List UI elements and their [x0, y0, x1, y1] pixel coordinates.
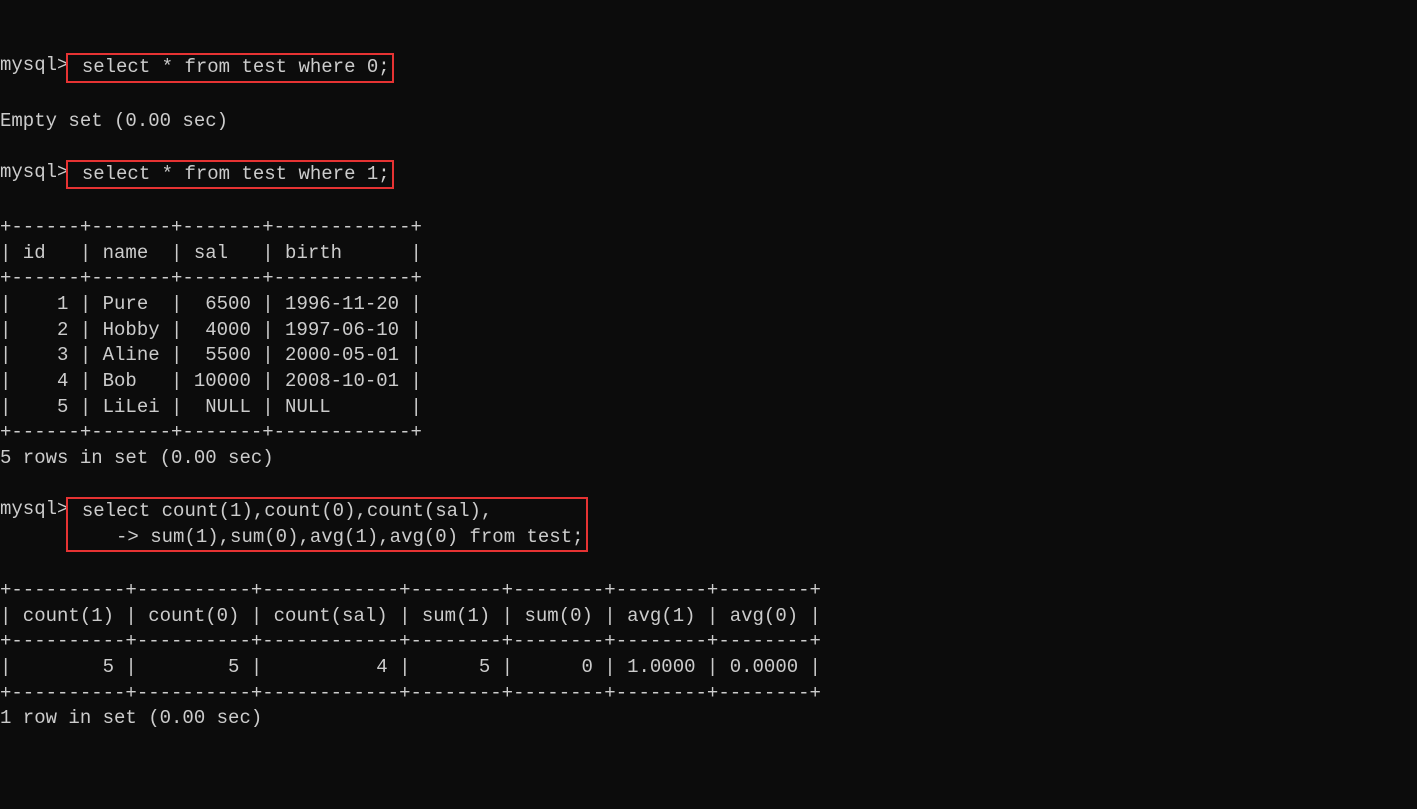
mysql-prompt: mysql>	[0, 160, 68, 186]
mysql-prompt: mysql>	[0, 497, 68, 523]
table-border: +----------+----------+------------+----…	[0, 682, 821, 704]
table-border: +------+-------+-------+------------+	[0, 267, 422, 289]
table-row: | 5 | LiLei | NULL | NULL |	[0, 396, 422, 418]
query-3-sql-line1[interactable]: select count(1),count(0),count(sal),	[70, 500, 492, 522]
query-2-result: 5 rows in set (0.00 sec)	[0, 447, 274, 469]
table-header: | count(1) | count(0) | count(sal) | sum…	[0, 605, 821, 627]
query-3-sql-line2[interactable]: sum(1),sum(0),avg(1),avg(0) from test;	[139, 526, 584, 548]
table-row: | 3 | Aline | 5500 | 2000-05-01 |	[0, 344, 422, 366]
table-row: | 1 | Pure | 6500 | 1996-11-20 |	[0, 293, 422, 315]
table-row: | 5 | 5 | 4 | 5 | 0 | 1.0000 | 0.0000 |	[0, 656, 821, 678]
table-row: | 2 | Hobby | 4000 | 1997-06-10 |	[0, 319, 422, 341]
table-border: +------+-------+-------+------------+	[0, 421, 422, 443]
query-1-result: Empty set (0.00 sec)	[0, 110, 228, 132]
mysql-prompt: mysql>	[0, 53, 68, 79]
query-1-sql[interactable]: select * from test where 0;	[70, 56, 389, 78]
query-2-sql[interactable]: select * from test where 1;	[70, 163, 389, 185]
query-3-result: 1 row in set (0.00 sec)	[0, 707, 262, 729]
terminal-output: mysql> select * from test where 0; Empty…	[0, 53, 1417, 732]
table-row: | 4 | Bob | 10000 | 2008-10-01 |	[0, 370, 422, 392]
query-2-highlight: select * from test where 1;	[66, 160, 393, 190]
table-border: +------+-------+-------+------------+	[0, 216, 422, 238]
table-border: +----------+----------+------------+----…	[0, 630, 821, 652]
query-1-highlight: select * from test where 0;	[66, 53, 393, 83]
table-border: +----------+----------+------------+----…	[0, 579, 821, 601]
mysql-cont-prompt: ->	[70, 526, 138, 548]
table-header: | id | name | sal | birth |	[0, 242, 422, 264]
query-3-highlight: select count(1),count(0),count(sal), -> …	[66, 497, 587, 552]
